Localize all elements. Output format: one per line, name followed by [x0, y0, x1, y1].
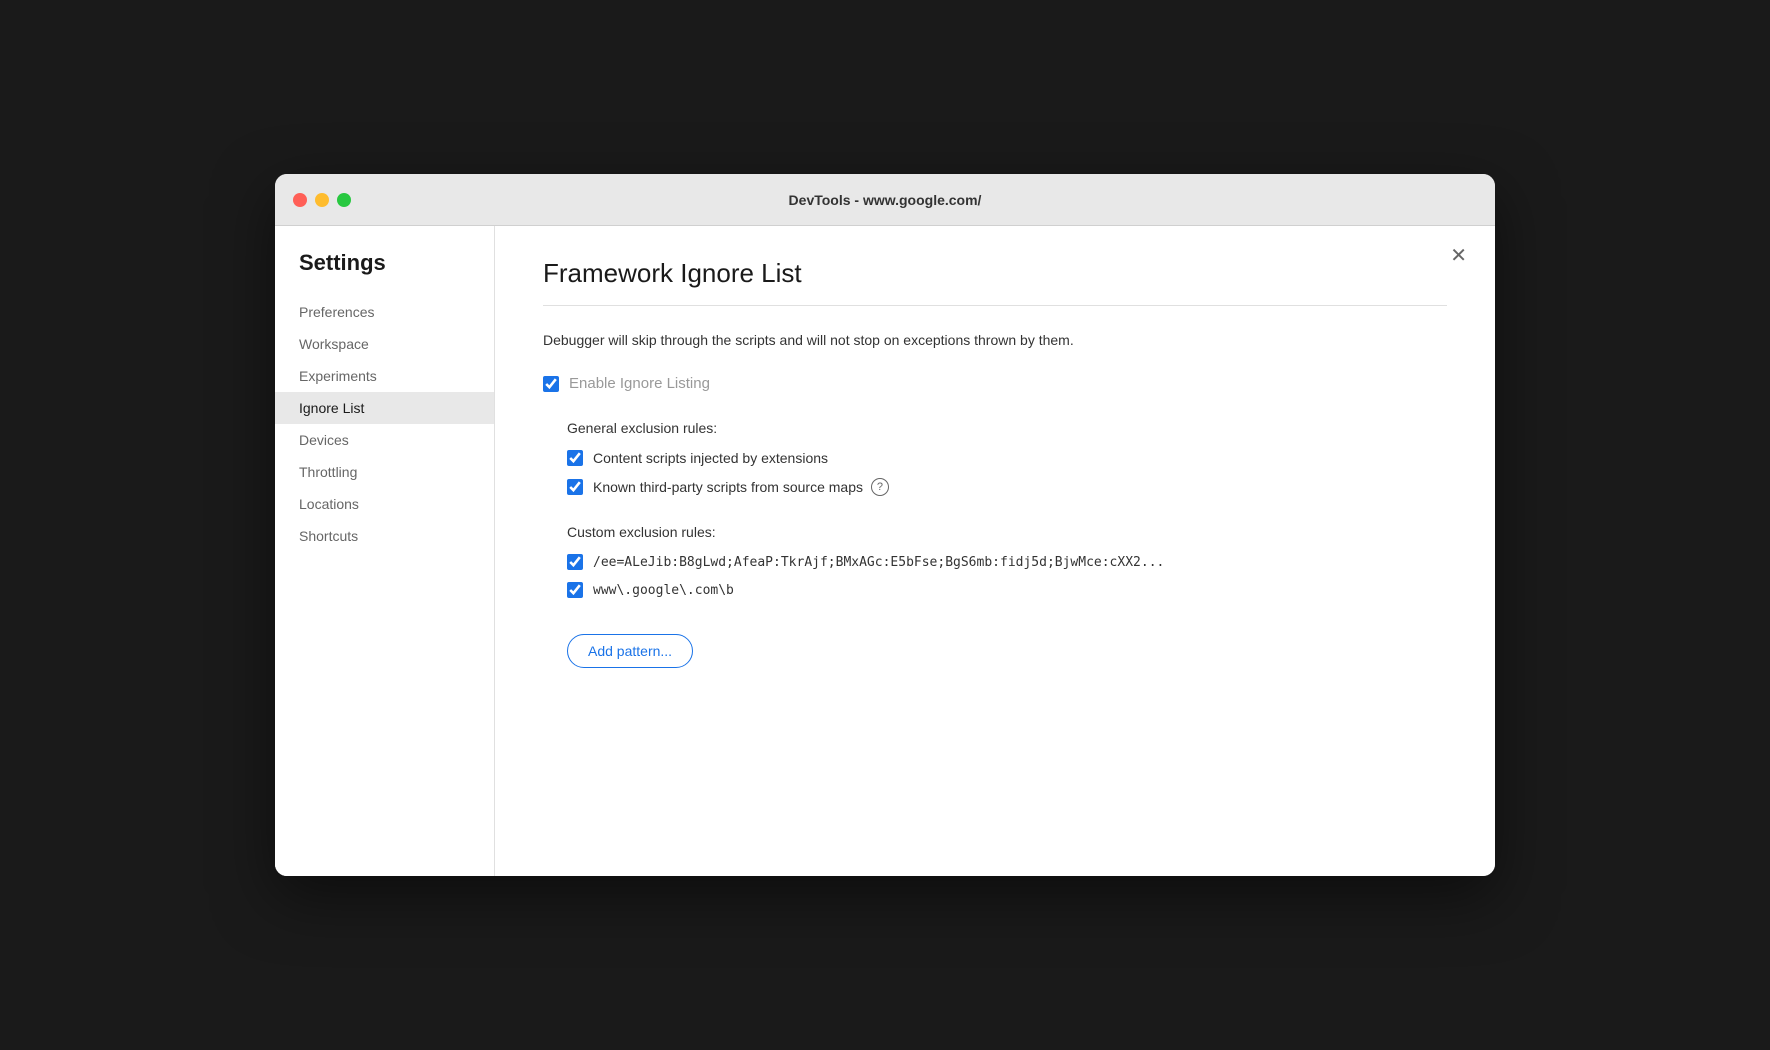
general-exclusion-label: General exclusion rules: — [567, 420, 1447, 436]
divider — [543, 305, 1447, 306]
main-content: ✕ Framework Ignore List Debugger will sk… — [495, 226, 1495, 876]
sidebar-item-ignore-list[interactable]: Ignore List — [275, 392, 494, 424]
known-third-party-label[interactable]: Known third-party scripts from source ma… — [593, 478, 889, 496]
window-content: Settings Preferences Workspace Experimen… — [275, 226, 1495, 876]
maximize-traffic-light[interactable] — [337, 193, 351, 207]
custom-rule-2-checkbox[interactable] — [567, 582, 583, 598]
sidebar-item-throttling[interactable]: Throttling — [275, 456, 494, 488]
sidebar-item-experiments[interactable]: Experiments — [275, 360, 494, 392]
content-scripts-label[interactable]: Content scripts injected by extensions — [593, 450, 828, 466]
sidebar-heading: Settings — [275, 250, 494, 276]
sidebar: Settings Preferences Workspace Experimen… — [275, 226, 495, 876]
titlebar: DevTools - www.google.com/ — [275, 174, 1495, 226]
sidebar-item-workspace[interactable]: Workspace — [275, 328, 494, 360]
titlebar-title: DevTools - www.google.com/ — [789, 192, 982, 208]
add-pattern-button[interactable]: Add pattern... — [567, 634, 693, 668]
custom-rule-2-row: www\.google\.com\b — [567, 582, 1447, 598]
custom-exclusion-label: Custom exclusion rules: — [567, 524, 1447, 540]
help-icon[interactable]: ? — [871, 478, 889, 496]
custom-rule-1-label[interactable]: /ee=ALeJib:B8gLwd;AfeaP:TkrAjf;BMxAGc:E5… — [593, 555, 1164, 570]
general-rule-known-third-party: Known third-party scripts from source ma… — [567, 478, 1447, 496]
custom-exclusion-section: Custom exclusion rules: /ee=ALeJib:B8gLw… — [543, 524, 1447, 598]
sidebar-item-locations[interactable]: Locations — [275, 488, 494, 520]
sidebar-item-preferences[interactable]: Preferences — [275, 296, 494, 328]
minimize-traffic-light[interactable] — [315, 193, 329, 207]
known-third-party-checkbox[interactable] — [567, 479, 583, 495]
custom-rule-2-label[interactable]: www\.google\.com\b — [593, 583, 734, 598]
enable-ignore-listing-row: Enable Ignore Listing — [543, 375, 1447, 392]
custom-rule-1-row: /ee=ALeJib:B8gLwd;AfeaP:TkrAjf;BMxAGc:E5… — [567, 554, 1447, 570]
enable-ignore-listing-label[interactable]: Enable Ignore Listing — [569, 375, 710, 392]
enable-ignore-listing-checkbox[interactable] — [543, 376, 559, 392]
close-button[interactable]: ✕ — [1450, 246, 1467, 266]
traffic-lights — [293, 193, 351, 207]
custom-rule-1-checkbox[interactable] — [567, 554, 583, 570]
sidebar-item-shortcuts[interactable]: Shortcuts — [275, 520, 494, 552]
content-scripts-checkbox[interactable] — [567, 450, 583, 466]
close-traffic-light[interactable] — [293, 193, 307, 207]
sidebar-item-devices[interactable]: Devices — [275, 424, 494, 456]
devtools-window: DevTools - www.google.com/ Settings Pref… — [275, 174, 1495, 876]
page-title: Framework Ignore List — [543, 258, 1447, 289]
description: Debugger will skip through the scripts a… — [543, 330, 1447, 351]
general-exclusion-section: General exclusion rules: Content scripts… — [543, 420, 1447, 496]
general-rule-content-scripts: Content scripts injected by extensions — [567, 450, 1447, 466]
